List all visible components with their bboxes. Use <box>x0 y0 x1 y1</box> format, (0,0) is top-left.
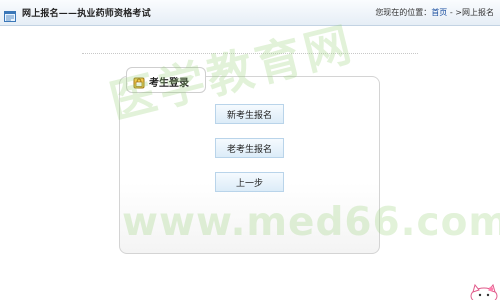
new-student-register-button[interactable]: 新考生报名 <box>215 104 284 124</box>
cartoon-cat-icon <box>468 283 500 304</box>
old-student-register-button[interactable]: 老考生报名 <box>215 138 284 158</box>
breadcrumb: 您现在的位置：首页 - >网上报名 <box>375 7 494 18</box>
breadcrumb-current: 网上报名 <box>462 8 494 17</box>
panel-tab-label: 考生登录 <box>149 78 189 89</box>
login-panel: 考生登录 新考生报名 老考生报名 上一步 <box>119 67 380 254</box>
top-header-bar: 网上报名——执业药师资格考试 您现在的位置：首页 - >网上报名 <box>0 0 500 26</box>
page-title: 网上报名——执业药师资格考试 <box>22 9 151 19</box>
breadcrumb-home-link[interactable]: 首页 <box>431 8 447 17</box>
form-icon <box>4 7 16 22</box>
breadcrumb-separator: - > <box>447 8 462 17</box>
panel-tab: 考生登录 <box>126 67 206 93</box>
dotted-divider <box>82 53 418 54</box>
back-button[interactable]: 上一步 <box>215 172 284 192</box>
lock-icon <box>133 74 145 89</box>
breadcrumb-prefix: 您现在的位置： <box>375 8 432 17</box>
